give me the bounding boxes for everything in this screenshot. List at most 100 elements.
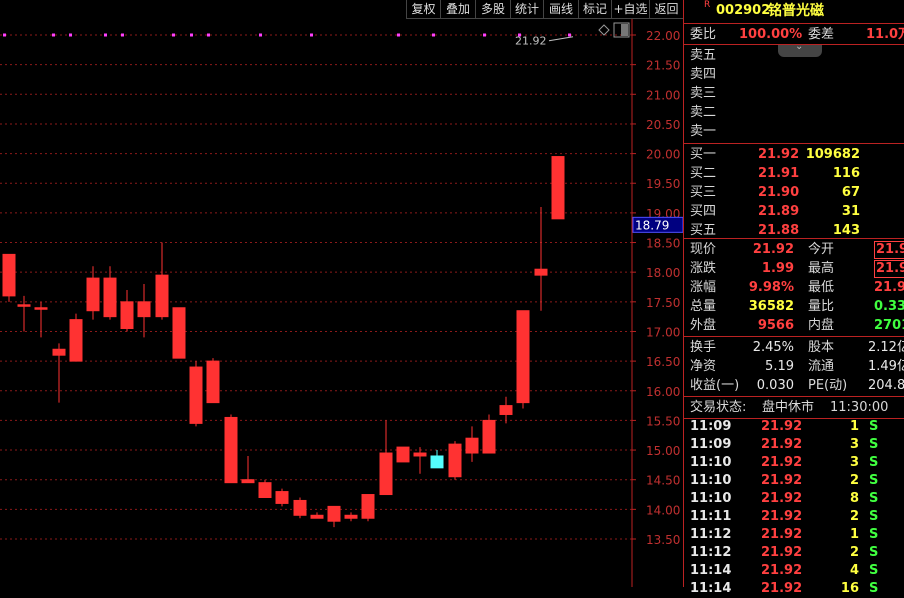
diff-label: 委差: [808, 27, 835, 42]
candle-body: [327, 505, 341, 522]
sell-level-label: 卖一: [690, 124, 717, 139]
event-marker[interactable]: [69, 33, 72, 37]
quote-value: 21.92: [874, 280, 904, 295]
event-marker[interactable]: [432, 33, 435, 37]
buy-level-volume: 116: [832, 166, 860, 181]
tick-side: S: [869, 419, 879, 434]
toolbar-button[interactable]: 返回: [649, 0, 683, 19]
stat-label: 换手: [690, 340, 717, 355]
panel-toggle-icon-fill: [621, 24, 628, 36]
candle-body: [189, 366, 203, 424]
tick-time: 11:14: [690, 581, 732, 596]
candle-body: [310, 514, 324, 519]
ratio-label: 委比: [690, 27, 717, 42]
candle-body: [86, 277, 100, 312]
tick-side: S: [869, 581, 879, 596]
candle-body: [534, 268, 548, 276]
candle-body: [293, 499, 307, 516]
candle: [258, 479, 272, 498]
event-marker[interactable]: [259, 33, 262, 37]
status-time: 11:30:00: [830, 400, 889, 415]
event-marker[interactable]: [52, 33, 55, 37]
candle: [69, 313, 83, 362]
quote-row: 外盘 9566 内盘 27016: [684, 316, 904, 335]
buy-level-row: 买二 21.91 116: [684, 164, 904, 183]
candle: [293, 497, 307, 519]
candle-body: [379, 452, 393, 496]
status-value: 盘中休市: [762, 400, 815, 415]
event-marker[interactable]: [3, 33, 6, 37]
candle-body: [448, 443, 462, 478]
sell-level-row: 卖五: [684, 46, 904, 65]
stat-label: 净资: [690, 359, 717, 374]
quote-row: 涨跌 1.99 最高 21.92: [684, 259, 904, 278]
tick-side: S: [869, 491, 879, 506]
toolbar-button[interactable]: +自选: [611, 0, 649, 19]
tick-row: 11:10 21.92 3 S: [684, 454, 904, 472]
quote-label: 最高: [808, 261, 835, 276]
candle: [499, 396, 513, 424]
tick-time: 11:12: [690, 527, 732, 542]
r-badge: R: [704, 0, 711, 10]
sell-level-label: 卖五: [690, 48, 717, 63]
tick-price: 21.92: [761, 437, 803, 452]
candle-body: [258, 482, 272, 498]
candle: [189, 361, 203, 427]
candle-body: [275, 491, 289, 504]
tick-volume: 1: [849, 419, 859, 434]
sell-level-row: 卖四: [684, 65, 904, 84]
candle: [379, 420, 393, 496]
tick-row: 11:10 21.92 2 S: [684, 472, 904, 490]
tick-side: S: [869, 563, 879, 578]
tick-side: S: [869, 545, 879, 560]
y-tick-label: 22.00: [646, 29, 680, 43]
stat-value: 1.49亿: [868, 359, 904, 374]
event-marker[interactable]: [310, 33, 313, 37]
event-marker[interactable]: [172, 33, 175, 37]
sell-level-row: 卖二: [684, 103, 904, 122]
tick-volume: 16: [840, 581, 859, 596]
toolbar-button[interactable]: 统计: [510, 0, 543, 19]
event-marker[interactable]: [397, 33, 400, 37]
toolbar-button[interactable]: 复权: [406, 0, 440, 19]
candle: [172, 307, 186, 359]
candle-body: [172, 307, 186, 359]
quote-value: 21.92: [874, 241, 904, 259]
quote-value: 27016: [874, 318, 904, 333]
candle: [206, 358, 220, 404]
toolbar-button[interactable]: 标记: [578, 0, 611, 19]
quote-label: 内盘: [808, 318, 835, 333]
candle-body: [17, 304, 31, 307]
candle-body: [499, 405, 513, 415]
event-marker[interactable]: [568, 33, 571, 37]
sell-level-label: 卖四: [690, 67, 717, 82]
candle-body: [241, 479, 255, 484]
y-tick-label: 21.50: [646, 59, 680, 73]
quote-label: 最低: [808, 280, 835, 295]
quote-label: 外盘: [690, 318, 717, 333]
candlestick-chart[interactable]: 22.0021.5021.0020.5020.0019.5019.0018.50…: [0, 19, 683, 587]
event-marker[interactable]: [104, 33, 107, 37]
stock-code: 002902: [716, 3, 771, 18]
tick-volume: 3: [849, 437, 859, 452]
candle: [2, 253, 16, 302]
toolbar-button[interactable]: 画线: [543, 0, 578, 19]
event-marker[interactable]: [121, 33, 124, 37]
candle: [327, 505, 341, 528]
chart-toolbar: 复权 叠加 多股 统计 画线 标记 +自选 返回: [0, 0, 683, 19]
event-marker[interactable]: [483, 33, 486, 37]
candle: [396, 446, 410, 463]
stat-row: 收益(一) 0.030 PE(动) 204.8: [684, 376, 904, 395]
event-marker[interactable]: [190, 33, 193, 37]
candle: [516, 310, 530, 409]
y-tick-label: 15.00: [646, 444, 680, 458]
toolbar-button[interactable]: 多股: [475, 0, 510, 19]
event-marker[interactable]: [207, 33, 210, 37]
sell-level-label: 卖二: [690, 105, 717, 120]
sell-level-row: 卖一: [684, 122, 904, 141]
stat-row: 净资 5.19 流通 1.49亿: [684, 357, 904, 376]
candle-body: [465, 437, 479, 454]
diamond-icon[interactable]: [598, 24, 610, 36]
buy-level-price: 21.91: [758, 166, 800, 181]
toolbar-button[interactable]: 叠加: [440, 0, 475, 19]
